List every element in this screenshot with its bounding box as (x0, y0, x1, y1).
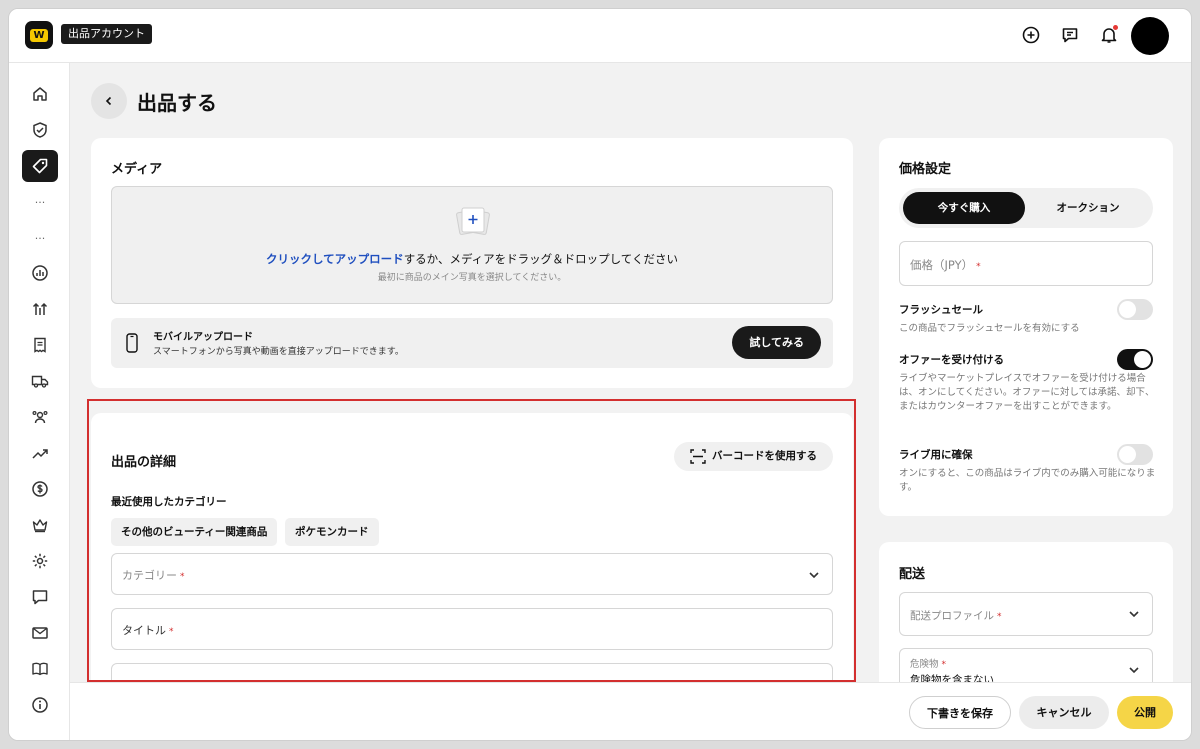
upload-dropzone[interactable]: クリックしてアップロードするか、メディアをドラッグ＆ドロップしてください 最初に… (111, 186, 833, 304)
gear-icon[interactable] (22, 545, 58, 577)
receipt-icon[interactable] (22, 329, 58, 361)
use-barcode-label: バーコードを使用する (712, 450, 817, 462)
accept-offers-toggle[interactable] (1117, 349, 1153, 370)
phone-icon (126, 333, 138, 353)
media-title: メディア (111, 162, 163, 177)
chevron-down-icon (809, 572, 819, 579)
shipping-profile-placeholder: 配送プロファイル * (910, 610, 1002, 622)
more-dots-icon[interactable]: ··· (22, 233, 58, 244)
flash-sale-label: フラッシュセール (899, 304, 983, 316)
logo-letter: W (30, 28, 48, 42)
category-placeholder: カテゴリー * (122, 569, 185, 582)
shipping-card: 配送 配送プロファイル * 危険物 * 危険物を含まない (879, 542, 1173, 682)
crown-icon[interactable] (22, 509, 58, 541)
community-icon[interactable] (22, 401, 58, 433)
sort-arrows-icon[interactable] (22, 293, 58, 325)
price-input[interactable]: 価格（JPY） * (899, 241, 1153, 286)
publish-button[interactable]: 公開 (1117, 696, 1173, 729)
dollar-icon[interactable] (22, 473, 58, 505)
reserve-for-live-label: ライブ用に確保 (899, 449, 973, 461)
page-title: 出品する (137, 90, 217, 115)
pricing-title: 価格設定 (899, 162, 952, 177)
use-barcode-button[interactable]: バーコードを使用する (674, 442, 833, 471)
mobile-upload-title: モバイルアップロード (153, 332, 253, 343)
description-input[interactable] (111, 663, 833, 682)
sidebar: ··· ··· (9, 63, 70, 740)
pricing-card: 価格設定 今すぐ購入 オークション 価格（JPY） * フラッシュセール この商品… (879, 138, 1173, 516)
top-bar: W 出品アカウント (9, 9, 1191, 63)
hazmat-select[interactable]: 危険物 * 危険物を含まない (899, 648, 1153, 682)
chevron-down-icon (1129, 611, 1139, 618)
hazmat-value: 危険物を含まない (910, 674, 994, 682)
tab-auction[interactable]: オークション (1027, 192, 1149, 224)
back-button[interactable] (91, 83, 127, 119)
bell-icon[interactable] (1099, 25, 1119, 45)
truck-icon[interactable] (22, 365, 58, 397)
media-card: メディア クリックしてアップロードするか、メディアをドラッグ＆ドロップしてくださ… (91, 138, 853, 388)
title-placeholder: タイトル * (122, 624, 174, 637)
add-icon[interactable] (1021, 25, 1041, 45)
shipping-profile-select[interactable]: 配送プロファイル * (899, 592, 1153, 636)
home-icon[interactable] (22, 78, 58, 110)
save-draft-button[interactable]: 下書きを保存 (909, 696, 1011, 729)
bottom-action-bar: 下書きを保存 キャンセル 公開 (70, 682, 1191, 740)
analytics-icon[interactable] (22, 257, 58, 289)
shipping-title: 配送 (899, 567, 926, 582)
mail-icon[interactable] (22, 617, 58, 649)
recent-categories-label: 最近使用したカテゴリー (111, 496, 227, 508)
flash-sale-description: この商品でフラッシュセールを有効にする (899, 323, 1080, 334)
tab-buy-now[interactable]: 今すぐ購入 (903, 192, 1025, 224)
page-header: 出品する (91, 83, 217, 119)
listing-details-card: 出品の詳細 バーコードを使用する 最近使用したカテゴリー その他のビューティー関… (91, 413, 853, 682)
listing-details-title: 出品の詳細 (111, 455, 177, 470)
trend-icon[interactable] (22, 437, 58, 469)
recent-category-chip[interactable]: その他のビューティー関連商品 (111, 518, 278, 546)
mobile-upload-row: モバイルアップロード スマートフォンから写真や動画を直接アップロードできます。 … (111, 318, 833, 368)
title-input[interactable]: タイトル * (111, 608, 833, 650)
hazmat-label: 危険物 * (910, 659, 947, 670)
category-select[interactable]: カテゴリー * (111, 553, 833, 595)
account-badge[interactable]: 出品アカウント (61, 24, 152, 44)
upload-instructions-rest: するか、メディアをドラッグ＆ドロップしてください (403, 252, 678, 266)
upload-instructions: クリックしてアップロードするか、メディアをドラッグ＆ドロップしてください (112, 251, 832, 267)
mobile-upload-description: スマートフォンから写真や動画を直接アップロードできます。 (153, 347, 404, 357)
message-icon[interactable] (1060, 25, 1080, 45)
click-to-upload-link[interactable]: クリックしてアップロード (266, 252, 404, 266)
info-icon[interactable] (22, 689, 58, 721)
app-logo[interactable]: W (25, 21, 53, 49)
notification-dot (1113, 25, 1118, 30)
recent-category-chip[interactable]: ポケモンカード (285, 518, 379, 546)
avatar[interactable] (1131, 17, 1169, 55)
shield-check-icon[interactable] (22, 114, 58, 146)
app-window: W 出品アカウント ··· ··· 出品する メディア クリックしてアップロード… (8, 8, 1192, 741)
chat-icon[interactable] (22, 581, 58, 613)
reserve-for-live-description: オンにすると、この商品はライブ内でのみ購入可能になります。 (899, 468, 1156, 493)
barcode-scan-icon (690, 449, 706, 464)
accept-offers-label: オファーを受け付ける (899, 354, 1004, 366)
book-icon[interactable] (22, 653, 58, 685)
flash-sale-toggle[interactable] (1117, 299, 1153, 320)
try-mobile-upload-button[interactable]: 試してみる (732, 326, 821, 359)
upload-images-icon (456, 207, 490, 235)
cancel-button[interactable]: キャンセル (1019, 696, 1109, 729)
accept-offers-description: ライブやマーケットプレイスでオファーを受け付ける場合は、オンにしてください。オフ… (899, 373, 1155, 412)
upload-hint: 最初に商品のメイン写真を選択してください。 (377, 273, 567, 283)
more-dots-icon[interactable]: ··· (22, 197, 58, 208)
price-placeholder: 価格（JPY） * (910, 258, 981, 272)
chevron-left-icon (105, 96, 112, 106)
tag-icon[interactable] (22, 150, 58, 182)
chevron-down-icon (1129, 667, 1139, 674)
pricing-type-toggle: 今すぐ購入 オークション (899, 188, 1153, 228)
reserve-for-live-toggle[interactable] (1117, 444, 1153, 465)
